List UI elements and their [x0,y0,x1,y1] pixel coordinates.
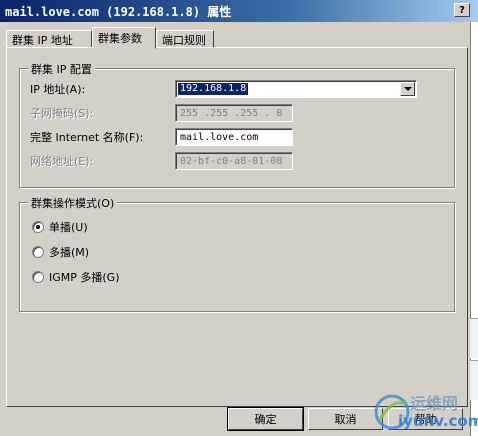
operation-mode-group: 群集操作模式(O) 单播(U) 多播(M) IGMP 多播(G) [19,195,455,312]
multicast-label: 多播(M) [49,246,90,259]
ip-config-group: 群集 IP 配置 IP 地址(A): 192.168.1.8 子网掩码(S): … [19,61,455,188]
tab-port-rules[interactable]: 端口规则 [156,30,214,48]
unicast-label: 单播(U) [49,221,88,234]
dropdown-button[interactable] [400,82,415,96]
ip-address-combo[interactable]: 192.168.1.8 [175,80,417,98]
unicast-option[interactable]: 单播(U) [32,219,88,235]
title-bar: mail.love.com (192.168.1.8) 属性 ? [0,0,478,22]
igmp-multicast-label: IGMP 多播(G) [49,271,120,284]
tab-cluster-params[interactable]: 群集参数 [92,27,156,49]
window-title: mail.love.com (192.168.1.8) 属性 [5,4,232,19]
watermark-line2: iyunv.com [398,412,478,430]
unicast-radio[interactable] [32,221,44,233]
subnet-mask-field: 255 .255 .255 . 0 [175,104,293,122]
igmp-multicast-radio[interactable] [32,271,44,283]
subnet-mask-label: 子网掩码(S): [30,107,94,120]
multicast-radio[interactable] [32,246,44,258]
full-internet-name-label: 完整 Internet 名称(F): [30,131,144,144]
help-title-button[interactable]: ? [454,3,470,17]
tab-cluster-ip[interactable]: 群集 IP 地址 [6,30,92,48]
tab-panel: 群集 IP 配置 IP 地址(A): 192.168.1.8 子网掩码(S): … [6,47,468,407]
multicast-option[interactable]: 多播(M) [32,244,89,260]
watermark-line1: 运维网 [410,394,459,413]
full-internet-name-field[interactable]: mail.love.com [175,128,293,146]
chevron-down-icon [403,87,412,91]
ip-address-value: 192.168.1.8 [178,83,249,95]
network-address-label: 网络地址(E): [30,155,94,168]
watermark: 运维网 iyunv.com [372,388,478,434]
ip-address-label: IP 地址(A): [30,83,86,96]
ok-button[interactable]: 确定 [227,407,304,431]
operation-mode-legend: 群集操作模式(O) [28,195,118,211]
igmp-multicast-option[interactable]: IGMP 多播(G) [32,269,120,285]
ip-config-legend: 群集 IP 配置 [28,61,95,77]
background-window-fragment [470,318,478,358]
network-address-field: 02-bf-c0-a8-01-08 [175,152,293,170]
